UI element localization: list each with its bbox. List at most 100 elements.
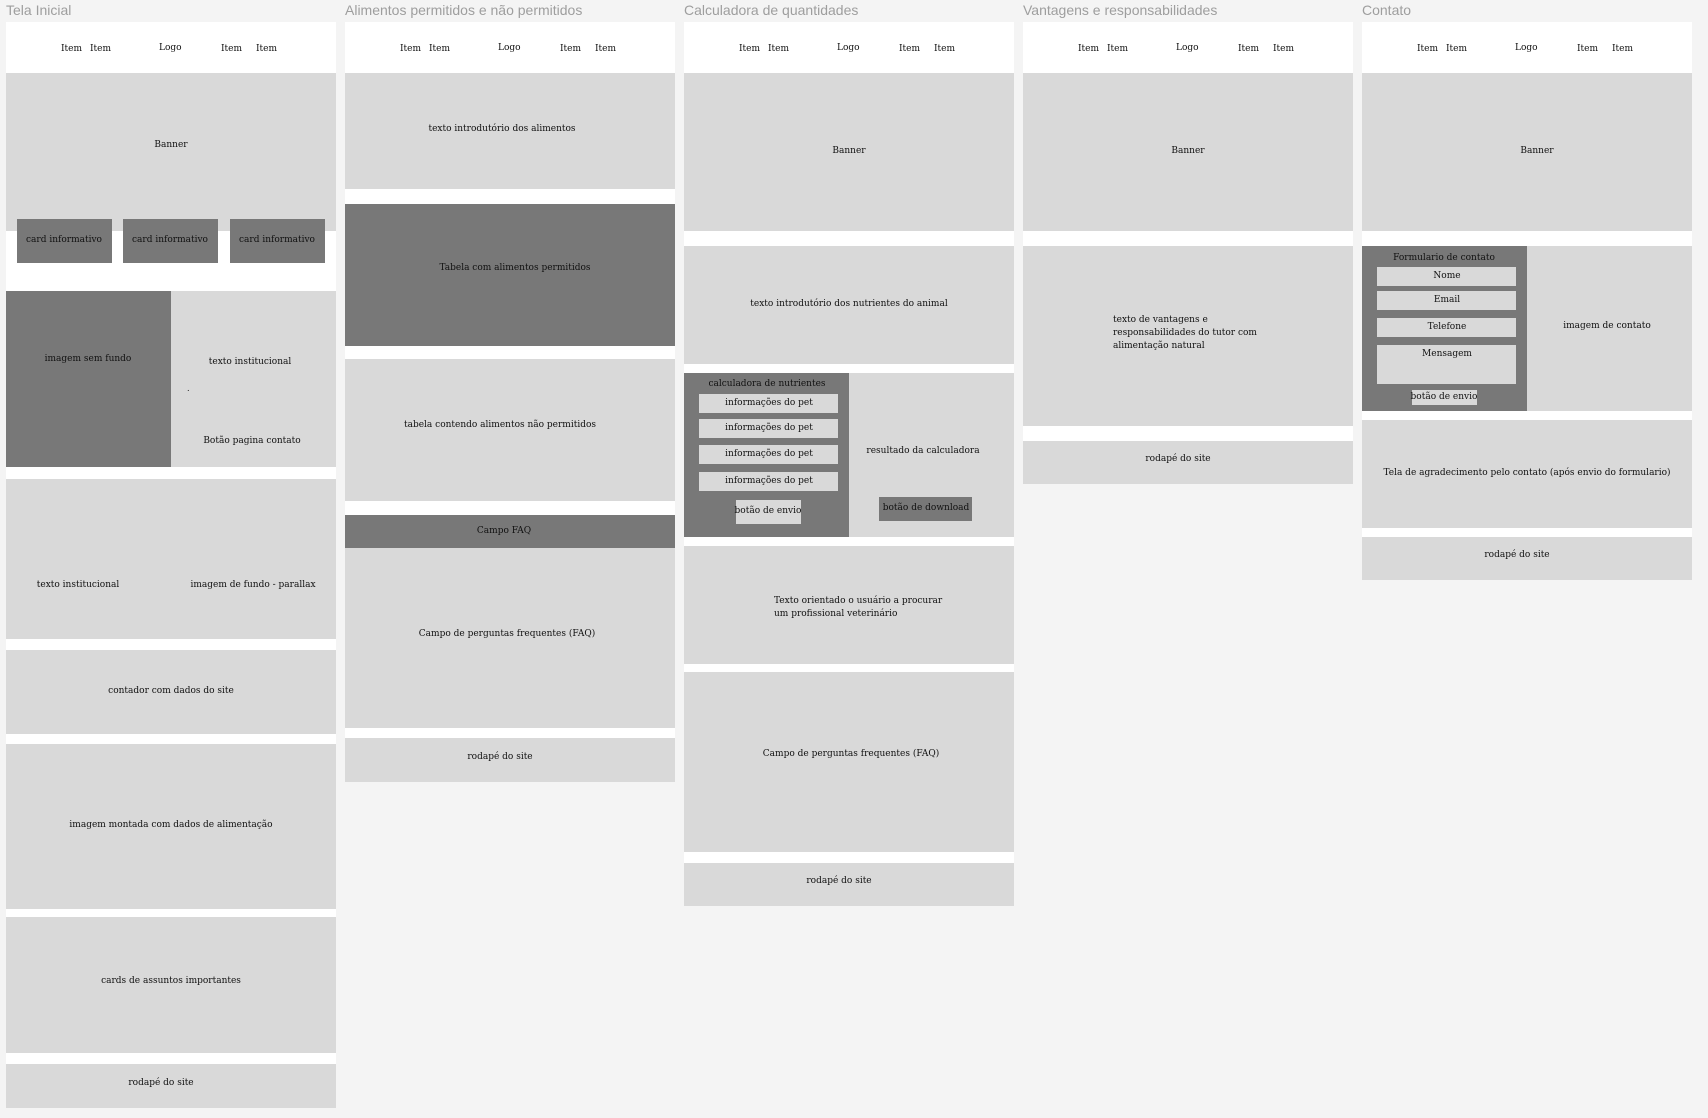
- site-counter: contador com dados do site: [6, 650, 336, 734]
- logo[interactable]: Logo: [159, 42, 182, 55]
- institutional-text: texto institucional: [208, 357, 292, 367]
- vet-guidance-line: Texto orientado o usuário a procurar: [774, 596, 943, 606]
- pet-info-field-label: informações do pet: [725, 398, 813, 408]
- info-card-label: card informativo: [239, 235, 315, 245]
- name-field[interactable]: Nome: [1377, 267, 1516, 286]
- header-nav: Item Item Logo Item Item: [6, 22, 336, 72]
- faq-field: Campo de perguntas frequentes (FAQ): [684, 672, 1014, 852]
- info-card[interactable]: card informativo: [17, 219, 112, 263]
- important-topics-label: cards de assuntos importantes: [101, 976, 241, 986]
- nav-item[interactable]: Item: [768, 43, 789, 56]
- banner-label: Banner: [154, 140, 188, 150]
- frame-alimentos: Item Item Logo Item Item texto introdutó…: [345, 22, 675, 782]
- nav-item[interactable]: Item: [560, 43, 581, 56]
- footer: rodapé do site: [1362, 537, 1692, 580]
- nav-item[interactable]: Item: [400, 43, 421, 56]
- parallax-section: texto institucional imagem de fundo - pa…: [6, 479, 336, 639]
- nav-item[interactable]: Item: [1446, 43, 1467, 56]
- header-nav: Item Item Logo Item Item: [1362, 22, 1692, 72]
- info-card[interactable]: card informativo: [123, 219, 218, 263]
- nav-item[interactable]: Item: [1078, 43, 1099, 56]
- logo[interactable]: Logo: [1176, 42, 1199, 55]
- submit-button[interactable]: botão de envio: [1410, 390, 1478, 405]
- footer: rodapé do site: [1023, 441, 1353, 484]
- banner-label: Banner: [1520, 146, 1554, 156]
- pet-info-field-label: informações do pet: [725, 449, 813, 459]
- forbidden-foods-table: tabela contendo alimentos não permitidos: [345, 359, 675, 501]
- banner: Banner: [6, 73, 336, 231]
- email-field[interactable]: Email: [1377, 291, 1516, 310]
- vet-guidance-text: Texto orientado o usuário a procurar um …: [684, 546, 1014, 664]
- important-topics-cards: cards de assuntos importantes: [6, 917, 336, 1053]
- logo[interactable]: Logo: [1515, 42, 1538, 55]
- pet-info-field[interactable]: informações do pet: [699, 394, 838, 413]
- nav-item[interactable]: Item: [595, 43, 616, 56]
- contact-image-label: imagem de contato: [1563, 321, 1651, 331]
- image-no-background-label: imagem sem fundo: [44, 354, 132, 364]
- nav-item[interactable]: Item: [256, 43, 277, 56]
- footer: rodapé do site: [684, 863, 1014, 906]
- nav-item[interactable]: Item: [1612, 43, 1633, 56]
- footer-label: rodapé do site: [1484, 550, 1550, 560]
- download-button[interactable]: botão de download: [879, 497, 972, 521]
- submit-button-label: botão de envio: [1410, 392, 1478, 402]
- faq-header-label: Campo FAQ: [476, 526, 532, 536]
- feeding-data-image-label: imagem montada com dados de alimentação: [69, 820, 273, 830]
- nav-item[interactable]: Item: [899, 43, 920, 56]
- contact-page-button[interactable]: Botão pagina contato: [203, 435, 300, 448]
- allowed-foods-table: Tabela com alimentos permitidos: [345, 204, 675, 346]
- footer-label: rodapé do site: [128, 1078, 194, 1088]
- footer-label: rodapé do site: [806, 876, 872, 886]
- nav-item[interactable]: Item: [90, 43, 111, 56]
- phone-field-label: Telefone: [1427, 322, 1467, 332]
- pet-info-field-label: informações do pet: [725, 476, 813, 486]
- info-card[interactable]: card informativo: [230, 219, 325, 263]
- pet-info-field[interactable]: informações do pet: [699, 472, 838, 491]
- nav-item[interactable]: Item: [1577, 43, 1598, 56]
- phone-field[interactable]: Telefone: [1377, 318, 1516, 337]
- calculator-result: resultado da calculadora: [866, 446, 980, 456]
- forbidden-foods-table-label: tabela contendo alimentos não permitidos: [403, 420, 597, 430]
- header-nav: Item Item Logo Item Item: [684, 22, 1014, 72]
- header-nav: Item Item Logo Item Item: [1023, 22, 1353, 72]
- nav-item[interactable]: Item: [1238, 43, 1259, 56]
- frame-contato: Item Item Logo Item Item Banner Formular…: [1362, 22, 1692, 580]
- pet-info-field[interactable]: informações do pet: [699, 419, 838, 438]
- nutrient-calculator: calculadora de nutrientes informações do…: [684, 373, 849, 537]
- logo[interactable]: Logo: [498, 42, 521, 55]
- thank-you-screen: Tela de agradecimento pelo contato (após…: [1362, 420, 1692, 528]
- intro-text-section: texto introdutório dos alimentos: [345, 73, 675, 189]
- faq-header[interactable]: Campo FAQ: [345, 515, 675, 548]
- nav-item[interactable]: Item: [1273, 43, 1294, 56]
- contact-form: Formulario de contato Nome Email Telefon…: [1362, 246, 1527, 411]
- frame-vantagens: Item Item Logo Item Item Banner texto de…: [1023, 22, 1353, 484]
- vet-guidance-line: um profissional veterinário: [774, 609, 898, 619]
- frame-calculadora: Item Item Logo Item Item Banner texto in…: [684, 22, 1014, 906]
- message-field[interactable]: Mensagem: [1377, 345, 1516, 384]
- header-nav: Item Item Logo Item Item: [345, 22, 675, 72]
- feeding-data-image: imagem montada com dados de alimentação: [6, 744, 336, 909]
- parallax-image-label: imagem de fundo - parallax: [190, 580, 316, 590]
- nav-item[interactable]: Item: [221, 43, 242, 56]
- site-counter-label: contador com dados do site: [108, 686, 234, 696]
- pet-info-field[interactable]: informações do pet: [699, 445, 838, 464]
- pet-info-field-label: informações do pet: [725, 423, 813, 433]
- nav-item[interactable]: Item: [1417, 43, 1438, 56]
- faq-field: Campo de perguntas frequentes (FAQ): [345, 548, 675, 728]
- intro-text-section: texto introdutório dos nutrientes do ani…: [684, 246, 1014, 364]
- nav-item[interactable]: Item: [934, 43, 955, 56]
- advantages-text-line: responsabilidades do tutor com: [1113, 328, 1257, 338]
- banner-label: Banner: [1171, 146, 1205, 156]
- nav-item[interactable]: Item: [61, 43, 82, 56]
- nav-item[interactable]: Item: [739, 43, 760, 56]
- submit-button[interactable]: botão de envio: [735, 500, 801, 524]
- email-field-label: Email: [1433, 295, 1461, 305]
- banner: Banner: [1023, 73, 1353, 231]
- footer-label: rodapé do site: [1145, 454, 1211, 464]
- logo[interactable]: Logo: [837, 42, 860, 55]
- frame-title-calculadora: Calculadora de quantidades: [684, 2, 859, 18]
- nav-item[interactable]: Item: [429, 43, 450, 56]
- footer-label: rodapé do site: [467, 752, 533, 762]
- nav-item[interactable]: Item: [1107, 43, 1128, 56]
- download-button-label: botão de download: [882, 503, 970, 513]
